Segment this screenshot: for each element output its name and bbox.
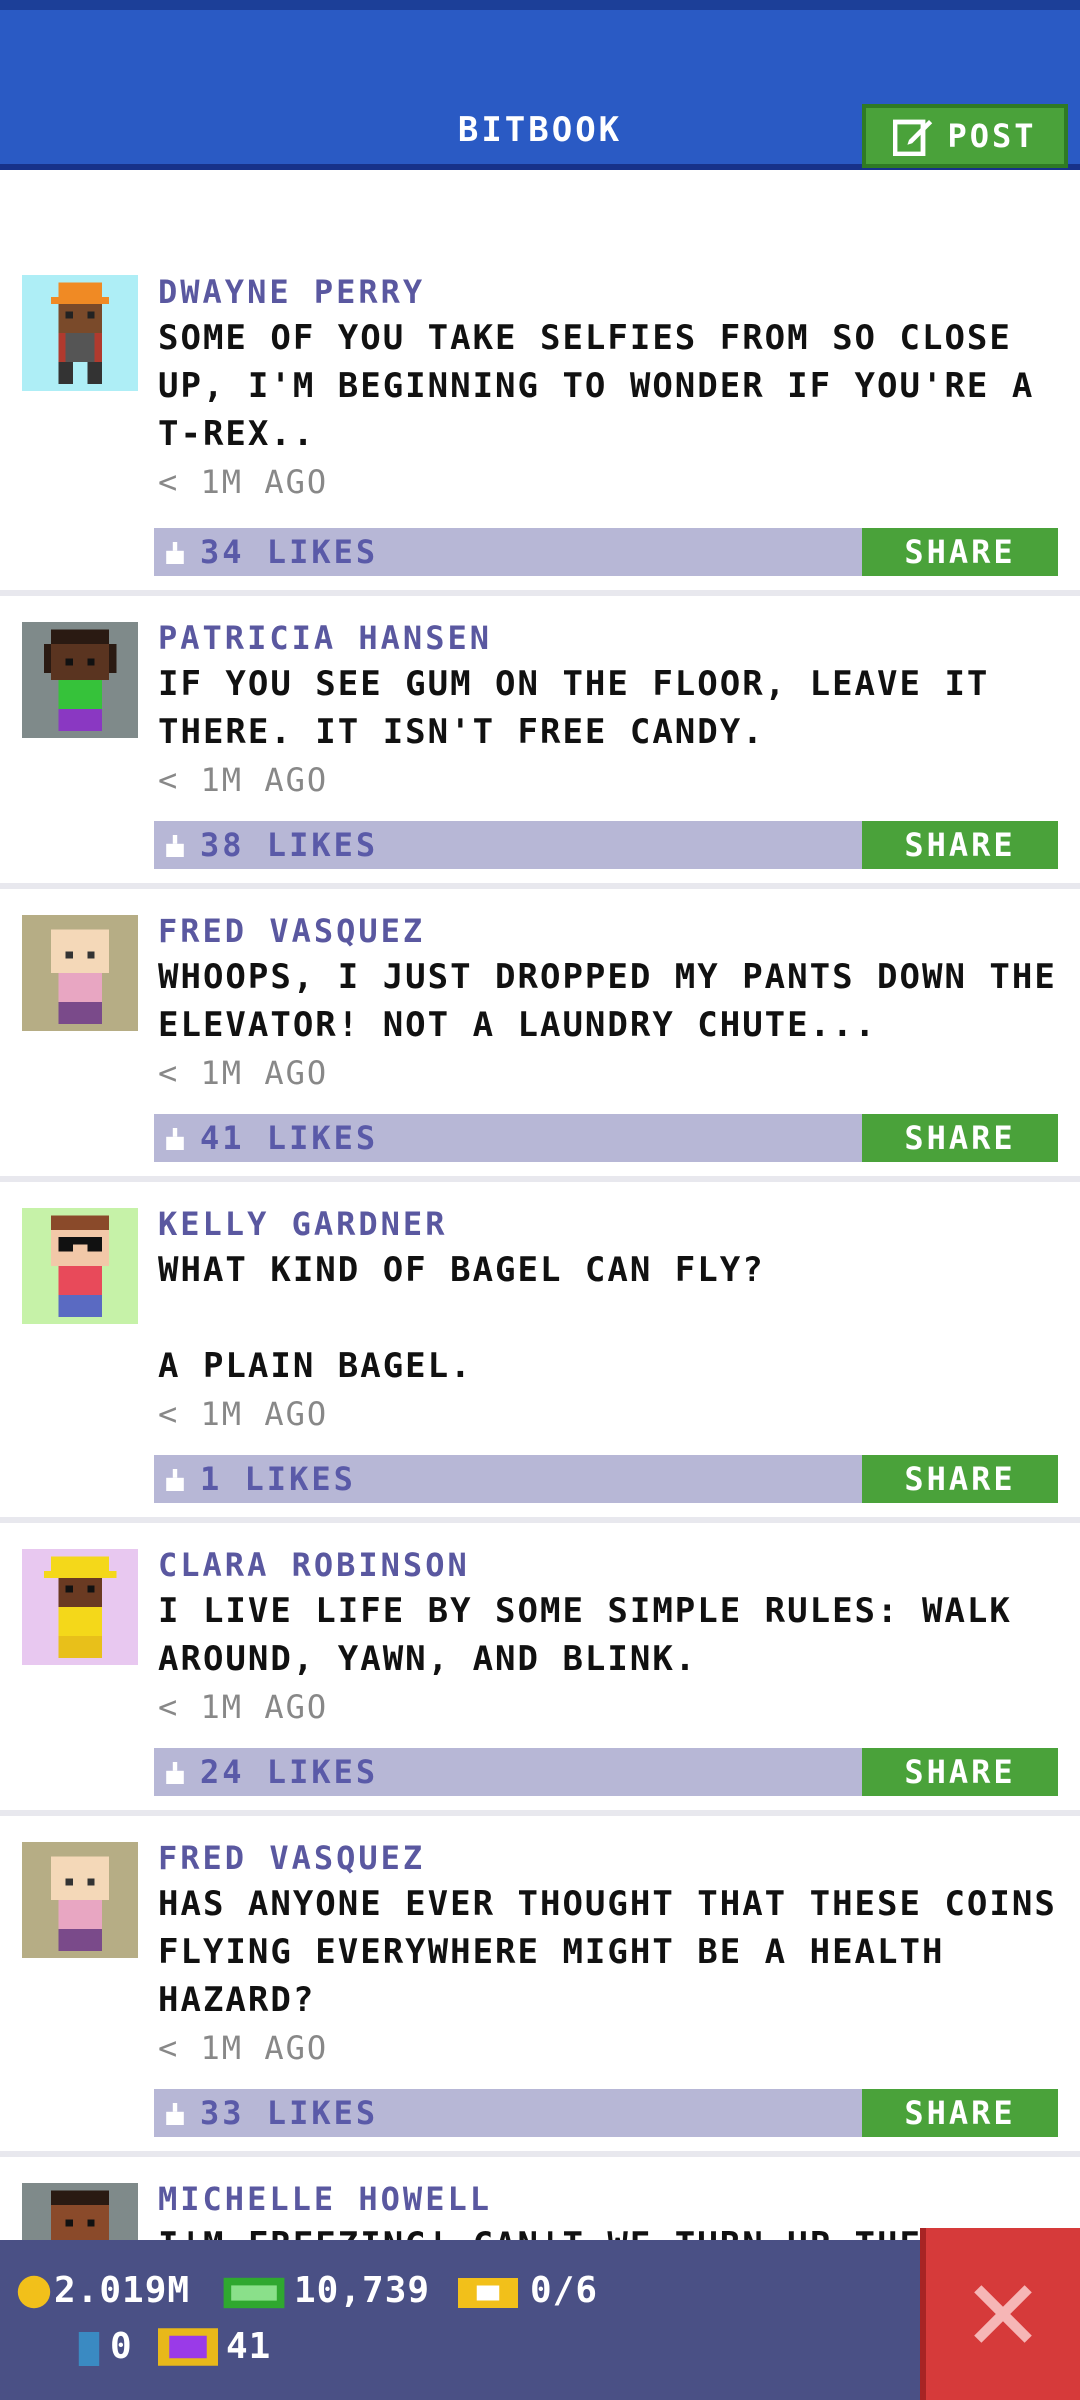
like-count[interactable]: 38 LIKES bbox=[200, 821, 378, 869]
like-icon bbox=[166, 835, 184, 857]
post-text: HAS ANYONE EVER THOUGHT THAT THESE COINS… bbox=[158, 1884, 1080, 2020]
edit-icon bbox=[893, 119, 933, 156]
post-author[interactable]: PATRICIA HANSEN bbox=[158, 616, 1058, 660]
feed-post: CLARA ROBINSON I LIVE LIFE BY SOME SIMPL… bbox=[0, 1523, 1080, 1816]
like-bar: 38 LIKES SHARE bbox=[154, 821, 1058, 869]
feed-post: KELLY GARDNER WHAT KIND OF BAGEL CAN FLY… bbox=[0, 1182, 1080, 1523]
ticket-icon bbox=[458, 2278, 518, 2308]
like-icon bbox=[166, 1128, 184, 1150]
feed-post: FRED VASQUEZ WHOOPS, I JUST DROPPED MY P… bbox=[0, 889, 1080, 1182]
share-button[interactable]: SHARE bbox=[862, 2089, 1058, 2137]
feed-list[interactable]: DWAYNE PERRY SOME OF YOU TAKE SELFIES FR… bbox=[0, 270, 1080, 2357]
like-icon bbox=[166, 2103, 184, 2125]
like-count[interactable]: 24 LIKES bbox=[200, 1748, 378, 1796]
like-count[interactable]: 33 LIKES bbox=[200, 2089, 378, 2137]
post-text: WHAT KIND OF BAGEL CAN FLY? A PLAIN BAGE… bbox=[158, 1250, 765, 1386]
post-button[interactable]: POST bbox=[862, 104, 1068, 168]
post-text: WHOOPS, I JUST DROPPED MY PANTS DOWN THE… bbox=[158, 957, 1080, 1045]
share-button[interactable]: SHARE bbox=[862, 528, 1058, 576]
bux-icon bbox=[223, 2277, 285, 2309]
post-author[interactable]: MICHELLE HOWELL bbox=[158, 2177, 1058, 2221]
like-bar: 34 LIKES SHARE bbox=[154, 528, 1058, 576]
feed-post: FRED VASQUEZ HAS ANYONE EVER THOUGHT THA… bbox=[0, 1816, 1080, 2157]
post-time: < 1M AGO bbox=[158, 1688, 329, 1726]
key-count: 0 bbox=[110, 2326, 133, 2367]
post-author[interactable]: FRED VASQUEZ bbox=[158, 909, 1058, 953]
like-count[interactable]: 1 LIKES bbox=[200, 1455, 356, 1503]
avatar bbox=[22, 1549, 138, 1665]
like-bar: 41 LIKES SHARE bbox=[154, 1114, 1058, 1162]
like-count[interactable]: 41 LIKES bbox=[200, 1114, 378, 1162]
post-author[interactable]: FRED VASQUEZ bbox=[158, 1836, 1058, 1880]
like-icon bbox=[166, 542, 184, 564]
share-button[interactable]: SHARE bbox=[862, 1748, 1058, 1796]
post-time: < 1M AGO bbox=[158, 2029, 329, 2067]
post-text: SOME OF YOU TAKE SELFIES FROM SO CLOSE U… bbox=[158, 318, 1057, 454]
feed-post: PATRICIA HANSEN IF YOU SEE GUM ON THE FL… bbox=[0, 596, 1080, 889]
header-bar: BITBOOK POST bbox=[0, 0, 1080, 170]
avatar bbox=[22, 275, 138, 391]
bux-count: 10,739 bbox=[294, 2270, 431, 2311]
post-author[interactable]: KELLY GARDNER bbox=[158, 1202, 1058, 1246]
status-bar: 2.019M 10,739 0/6 0 41 bbox=[0, 2240, 1080, 2400]
post-author[interactable]: CLARA ROBINSON bbox=[158, 1543, 1058, 1587]
post-text: I LIVE LIFE BY SOME SIMPLE RULES: WALK A… bbox=[158, 1591, 1035, 1679]
like-icon bbox=[166, 1762, 184, 1784]
post-time: < 1M AGO bbox=[158, 761, 329, 799]
ticket-count: 0/6 bbox=[530, 2270, 599, 2311]
like-bar: 24 LIKES SHARE bbox=[154, 1748, 1058, 1796]
share-button[interactable]: SHARE bbox=[862, 821, 1058, 869]
share-button[interactable]: SHARE bbox=[862, 1114, 1058, 1162]
post-text: IF YOU SEE GUM ON THE FLOOR, LEAVE IT TH… bbox=[158, 664, 1012, 752]
post-author[interactable]: DWAYNE PERRY bbox=[158, 270, 1058, 314]
feed-post: DWAYNE PERRY SOME OF YOU TAKE SELFIES FR… bbox=[0, 270, 1080, 596]
coin-icon bbox=[17, 2275, 51, 2309]
post-time: < 1M AGO bbox=[158, 463, 329, 501]
share-button[interactable]: SHARE bbox=[862, 1455, 1058, 1503]
post-button-label: POST bbox=[947, 117, 1037, 155]
like-count[interactable]: 34 LIKES bbox=[200, 528, 378, 576]
gift-count: 41 bbox=[226, 2326, 272, 2367]
post-time: < 1M AGO bbox=[158, 1054, 329, 1092]
avatar bbox=[22, 1208, 138, 1324]
close-button[interactable] bbox=[920, 2228, 1080, 2400]
like-bar: 33 LIKES SHARE bbox=[154, 2089, 1058, 2137]
avatar bbox=[22, 1842, 138, 1958]
gift-icon bbox=[158, 2328, 218, 2366]
post-time: < 1M AGO bbox=[158, 1395, 329, 1433]
like-icon bbox=[166, 1469, 184, 1491]
key-icon bbox=[78, 2332, 100, 2366]
like-bar: 1 LIKES SHARE bbox=[154, 1455, 1058, 1503]
avatar bbox=[22, 622, 138, 738]
avatar bbox=[22, 915, 138, 1031]
close-icon bbox=[974, 2285, 1032, 2343]
coin-count: 2.019M bbox=[54, 2270, 191, 2311]
